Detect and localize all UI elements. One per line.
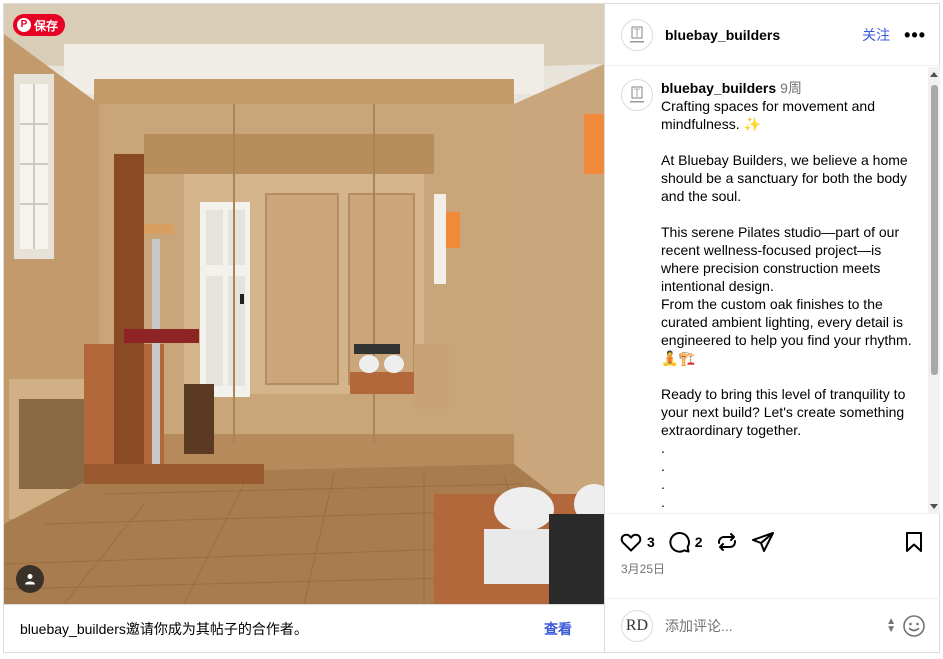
share-icon xyxy=(751,532,774,552)
chevron-down-icon: ▼ xyxy=(886,623,896,635)
comment-count: 2 xyxy=(694,534,703,550)
view-invite-link[interactable]: 查看 xyxy=(544,619,572,639)
post-image xyxy=(4,4,604,604)
user-tag-icon xyxy=(25,574,35,585)
collab-invite-text: bluebay_builders邀请你成为其帖子的合作者。 xyxy=(20,620,308,637)
comment-icon xyxy=(669,532,690,553)
action-bar: 3 2 xyxy=(605,522,940,562)
caption-body: bluebay_builders 9周 Crafting spaces for m… xyxy=(661,79,923,513)
bookmark-icon xyxy=(906,532,922,552)
avatar[interactable] xyxy=(621,18,653,51)
save-label: 保存 xyxy=(34,18,59,33)
like-button[interactable]: 3 xyxy=(619,530,655,554)
scroll-down-icon[interactable] xyxy=(930,504,938,509)
avatar[interactable] xyxy=(621,79,653,111)
post-header: bluebay_builders 关注 ••• xyxy=(605,4,940,66)
pinterest-icon: P xyxy=(17,18,31,32)
caption-username[interactable]: bluebay_builders xyxy=(661,80,776,96)
post-media[interactable]: P 保存 xyxy=(4,4,604,604)
share-button[interactable] xyxy=(751,530,775,554)
avatar[interactable]: RD xyxy=(621,609,653,642)
caption-time[interactable]: 9周 xyxy=(780,80,802,96)
repost-button[interactable] xyxy=(715,530,739,554)
post-date[interactable]: 3月25日 xyxy=(621,560,665,577)
caption-scrollbar[interactable] xyxy=(928,67,940,513)
follow-button[interactable]: 关注 xyxy=(862,25,890,45)
emoji-icon[interactable] xyxy=(902,614,926,638)
more-icon[interactable]: ••• xyxy=(904,26,926,44)
post-dialog: P 保存 bluebay_builders邀请你成为其帖子的合作者。 查看 bl… xyxy=(3,3,940,653)
comment-bar: RD ▲ ▼ xyxy=(605,598,940,652)
scrollbar-thumb[interactable] xyxy=(931,85,938,375)
bluebay-logo-icon xyxy=(630,86,644,103)
comment-input[interactable] xyxy=(665,617,887,634)
scroll-up-icon[interactable] xyxy=(930,72,938,77)
caption-item: bluebay_builders 9周 Crafting spaces for m… xyxy=(621,79,923,513)
bookmark-button[interactable] xyxy=(902,530,926,554)
user-tag-button[interactable] xyxy=(16,565,44,593)
comment-button[interactable]: 2 xyxy=(667,530,703,554)
header-username[interactable]: bluebay_builders xyxy=(665,27,862,43)
repost-icon xyxy=(717,533,736,551)
pinterest-save-button[interactable]: P 保存 xyxy=(13,14,66,36)
expand-toggle-icon[interactable]: ▲ ▼ xyxy=(886,616,896,635)
post-side-panel: bluebay_builders 关注 ••• bluebay_builders… xyxy=(604,4,940,652)
heart-icon xyxy=(620,533,642,552)
like-count: 3 xyxy=(647,534,655,550)
bluebay-logo-icon xyxy=(630,26,644,42)
caption-text: Crafting spaces for movement and mindful… xyxy=(661,98,912,513)
caption-scroll-area[interactable]: bluebay_builders 9周 Crafting spaces for m… xyxy=(605,67,940,514)
collab-invite-bar: bluebay_builders邀请你成为其帖子的合作者。 查看 xyxy=(4,604,604,652)
